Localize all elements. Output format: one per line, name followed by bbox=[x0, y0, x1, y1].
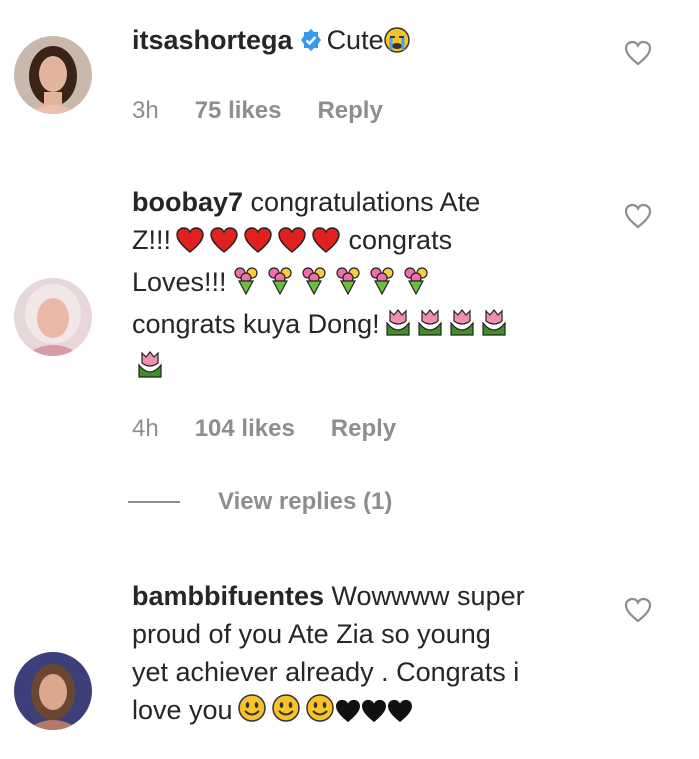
tulip-emoji-icon bbox=[416, 307, 444, 347]
comment-body: love you bbox=[132, 695, 233, 725]
reply-button[interactable]: Reply bbox=[317, 97, 382, 125]
comment-body: congratulations Ate bbox=[250, 187, 481, 217]
tulip-emoji-icon bbox=[448, 307, 476, 347]
verified-badge-icon bbox=[299, 24, 323, 62]
avatar[interactable] bbox=[14, 36, 92, 114]
smile-emoji-icon bbox=[271, 693, 301, 733]
black-heart-emoji-icon bbox=[387, 695, 413, 733]
timestamp: 3h bbox=[132, 97, 159, 124]
username[interactable]: bambbifuentes bbox=[132, 581, 324, 611]
tulip-emoji-icon bbox=[384, 307, 412, 347]
red-heart-emojis bbox=[171, 225, 341, 255]
comment-body: Cute bbox=[326, 25, 384, 55]
heart-emoji-icon bbox=[277, 225, 307, 263]
bouquet-emoji-icon bbox=[367, 265, 397, 305]
avatar[interactable] bbox=[14, 278, 92, 356]
comment-text: boobay7 congratulations Ate Z!!! congrat… bbox=[132, 183, 562, 389]
smile-emoji-icon bbox=[237, 693, 267, 733]
comment-body: congrats bbox=[348, 225, 453, 255]
heart-outline-icon[interactable] bbox=[624, 597, 652, 628]
avatar[interactable] bbox=[14, 652, 92, 730]
heart-outline-icon[interactable] bbox=[624, 203, 652, 234]
username[interactable]: itsashortega bbox=[132, 25, 293, 55]
view-replies-label[interactable]: View replies (1) bbox=[218, 488, 392, 516]
bouquet-emoji-icon bbox=[231, 265, 261, 305]
view-replies-button[interactable]: View replies (1) bbox=[128, 488, 392, 516]
heart-emoji-icon bbox=[243, 225, 273, 263]
tulip-emoji-icon bbox=[480, 307, 508, 347]
black-heart-emoji-icon bbox=[361, 695, 387, 733]
username[interactable]: boobay7 bbox=[132, 187, 243, 217]
bouquet-emoji-icon bbox=[299, 265, 329, 305]
heart-emoji-icon bbox=[175, 225, 205, 263]
bouquet-emojis bbox=[227, 267, 431, 297]
timestamp: 4h bbox=[132, 415, 159, 442]
tulip-emojis bbox=[132, 351, 164, 381]
comment-meta: 4h 104 likes Reply bbox=[132, 415, 396, 443]
smile-emojis bbox=[233, 694, 335, 725]
smile-emoji-icon bbox=[305, 693, 335, 733]
black-heart-emoji-icon bbox=[335, 695, 361, 733]
bouquet-emoji-icon bbox=[333, 265, 363, 305]
like-count[interactable]: 104 likes bbox=[195, 415, 295, 443]
comment-text: itsashortega Cute bbox=[132, 21, 562, 63]
divider bbox=[128, 501, 180, 503]
tulip-emoji-icon bbox=[136, 349, 164, 389]
comment-body: proud of you Ate Zia so young bbox=[132, 619, 491, 649]
black-heart-emojis bbox=[335, 695, 413, 725]
heart-emoji-icon bbox=[209, 225, 239, 263]
comment-body: yet achiever already . Congrats i bbox=[132, 657, 520, 687]
comment-text: bambbifuentes Wowwww super proud of you … bbox=[132, 577, 562, 733]
comment-body: Wowwww super bbox=[331, 581, 525, 611]
reply-button[interactable]: Reply bbox=[331, 415, 396, 443]
bouquet-emoji-icon bbox=[265, 265, 295, 305]
crying-emoji-icon bbox=[383, 25, 410, 63]
comment-body: Z!!! bbox=[132, 225, 171, 255]
comment-body: congrats kuya Dong! bbox=[132, 309, 380, 339]
like-count[interactable]: 75 likes bbox=[195, 97, 282, 125]
bouquet-emoji-icon bbox=[401, 265, 431, 305]
heart-outline-icon[interactable] bbox=[624, 40, 652, 71]
tulip-emojis bbox=[380, 309, 508, 339]
heart-emoji-icon bbox=[311, 225, 341, 263]
comment-body: Loves!!! bbox=[132, 267, 227, 297]
comment-meta: 3h 75 likes Reply bbox=[132, 97, 383, 125]
